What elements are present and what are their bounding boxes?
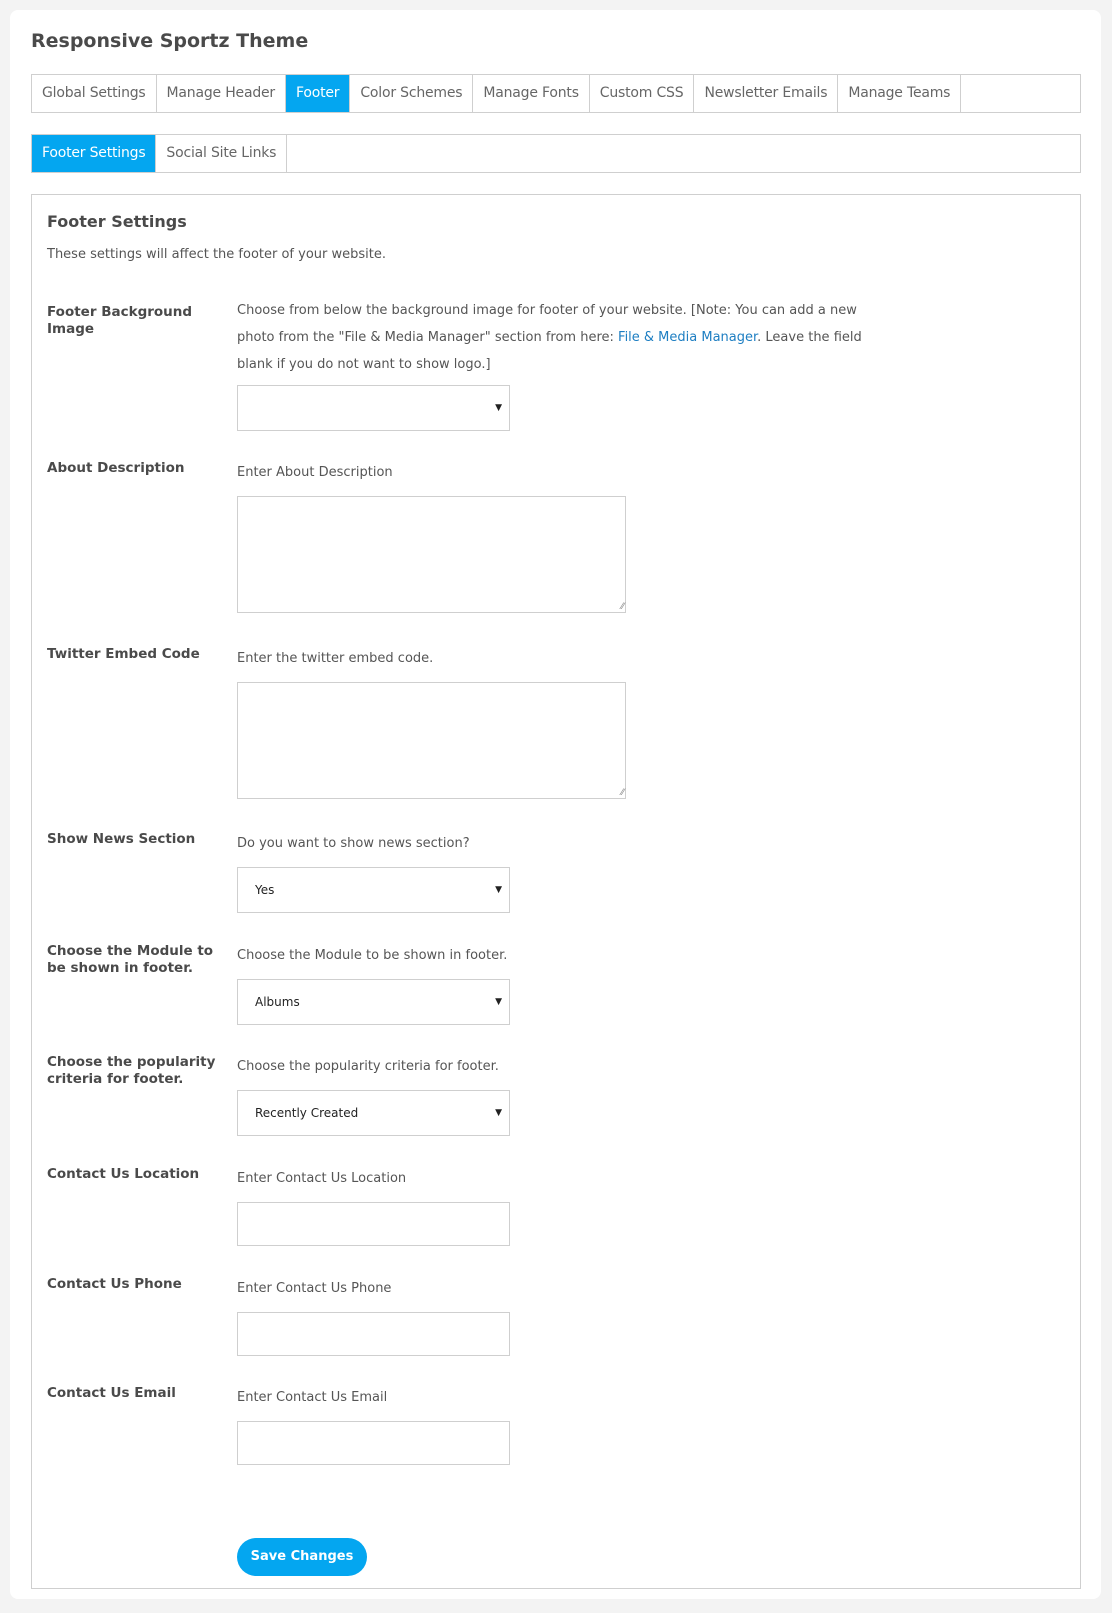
background-image-select[interactable]: ▼ <box>237 385 510 431</box>
tab-custom-css[interactable]: Custom CSS <box>590 75 695 112</box>
about-description-hint: Enter About Description <box>237 465 393 480</box>
popularity-select-value: Recently Created <box>255 1106 359 1120</box>
show-news-select-value: Yes <box>255 883 275 897</box>
sub-tab-bar: Footer Settings Social Site Links <box>31 134 1081 173</box>
panel-description: These settings will affect the footer of… <box>47 247 386 262</box>
twitter-embed-label: Twitter Embed Code <box>47 646 200 662</box>
chevron-down-icon: ▼ <box>495 1108 502 1118</box>
contact-email-input[interactable] <box>237 1421 510 1465</box>
footer-settings-panel: Footer Settings These settings will affe… <box>31 194 1081 1589</box>
popularity-select[interactable]: Recently Created ▼ <box>237 1090 510 1136</box>
contact-email-label: Contact Us Email <box>47 1385 176 1401</box>
main-tab-bar: Global Settings Manage Header Footer Col… <box>31 74 1081 113</box>
page-title: Responsive Sportz Theme <box>31 30 309 52</box>
contact-phone-hint: Enter Contact Us Phone <box>237 1281 392 1296</box>
tab-footer-settings[interactable]: Footer Settings <box>32 135 157 172</box>
module-select[interactable]: Albums ▼ <box>237 979 510 1025</box>
resize-grip-icon[interactable]: ⁄⁄ <box>621 789 624 798</box>
tab-manage-header[interactable]: Manage Header <box>157 75 286 112</box>
about-description-label: About Description <box>47 460 185 476</box>
chevron-down-icon: ▼ <box>495 403 502 413</box>
contact-location-label: Contact Us Location <box>47 1166 200 1182</box>
contact-location-hint: Enter Contact Us Location <box>237 1171 407 1186</box>
module-label: Choose the Module to be shown in footer. <box>47 943 214 976</box>
background-image-description: Choose from below the background image f… <box>237 297 877 378</box>
twitter-embed-hint: Enter the twitter embed code. <box>237 651 434 666</box>
popularity-label: Choose the popularity criteria for foote… <box>47 1054 216 1087</box>
module-select-value: Albums <box>255 995 300 1009</box>
chevron-down-icon: ▼ <box>495 885 502 895</box>
background-image-label: Footer Background Image <box>47 304 193 337</box>
tab-manage-fonts[interactable]: Manage Fonts <box>473 75 590 112</box>
tab-social-site-links[interactable]: Social Site Links <box>156 135 288 172</box>
popularity-hint: Choose the popularity criteria for foote… <box>237 1059 499 1074</box>
tab-footer[interactable]: Footer <box>285 75 351 112</box>
chevron-down-icon: ▼ <box>495 997 502 1007</box>
twitter-embed-textarea[interactable]: ⁄⁄ <box>237 682 626 799</box>
tab-manage-teams[interactable]: Manage Teams <box>838 75 962 112</box>
show-news-label: Show News Section <box>47 831 196 847</box>
settings-card: Responsive Sportz Theme Global Settings … <box>10 10 1101 1599</box>
contact-email-hint: Enter Contact Us Email <box>237 1390 388 1405</box>
contact-phone-label: Contact Us Phone <box>47 1276 182 1292</box>
file-media-manager-link[interactable]: File & Media Manager <box>618 330 757 345</box>
tab-newsletter-emails[interactable]: Newsletter Emails <box>694 75 839 112</box>
tab-color-schemes[interactable]: Color Schemes <box>350 75 474 112</box>
tab-global-settings[interactable]: Global Settings <box>32 75 157 112</box>
show-news-select[interactable]: Yes ▼ <box>237 867 510 913</box>
show-news-hint: Do you want to show news section? <box>237 836 470 851</box>
module-hint: Choose the Module to be shown in footer. <box>237 948 508 963</box>
contact-phone-input[interactable] <box>237 1312 510 1356</box>
about-description-textarea[interactable]: ⁄⁄ <box>237 496 626 613</box>
contact-location-input[interactable] <box>237 1202 510 1246</box>
save-changes-button[interactable]: Save Changes <box>237 1538 367 1576</box>
resize-grip-icon[interactable]: ⁄⁄ <box>621 603 624 612</box>
panel-title: Footer Settings <box>47 212 187 231</box>
